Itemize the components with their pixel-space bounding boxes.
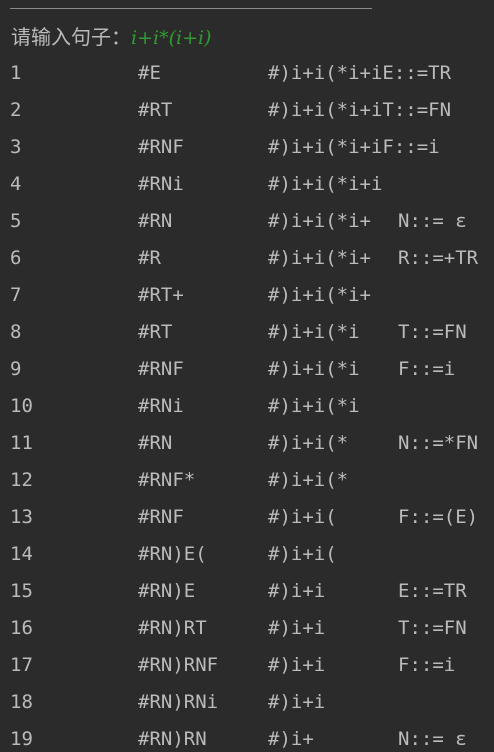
stack-content: #RN)RNi [138,691,219,713]
step-number: 9 [10,358,22,380]
trace-row: 6 #R #)i+i(*i+ R::=+TR [0,240,494,277]
remaining-input: #)i+i(*i+ [268,210,371,232]
stack-content: #RT [138,321,173,343]
remaining-input: #)i+i [268,580,326,602]
step-number: 11 [10,432,33,454]
remaining-input: #)i+i(*i+iF::=i [268,136,440,158]
stack-content: #RN)RNF [138,654,219,676]
trace-row: 1 #E #)i+i(*i+iE::=TR [0,55,494,92]
trace-row: 15 #RN)E #)i+i E::=TR [0,573,494,610]
trace-row: 14 #RN)E( #)i+i( [0,536,494,573]
trace-row: 2 #RT #)i+i(*i+iT::=FN [0,92,494,129]
step-number: 2 [10,99,22,121]
step-number: 1 [10,62,22,84]
stack-content: #RNF* [138,469,196,491]
stack-content: #RN)RN [138,728,207,750]
production-rule: F::=i [398,358,456,380]
step-number: 12 [10,469,33,491]
trace-row: 10 #RNi #)i+i(*i [0,388,494,425]
prompt-label: 请输入句子： [11,25,131,49]
remaining-input: #)i+i(* [268,432,349,454]
console-output[interactable]: 请输入句子：i+i*(i+i) 1 #E #)i+i(*i+iE::=TR 2 #RT #… [0,0,494,752]
trace-row: 11 #RN #)i+i(* N::=*FN [0,425,494,462]
stack-content: #RN)E( [138,543,207,565]
remaining-input: #)i+i( [268,543,337,565]
remaining-input: #)i+i(*i+iT::=FN [268,99,452,121]
step-number: 6 [10,247,22,269]
remaining-input: #)i+i [268,691,326,713]
production-rule: E::=TR [398,580,467,602]
stack-content: #E [138,62,161,84]
stack-content: #RN [138,432,173,454]
step-number: 15 [10,580,33,602]
stack-content: #RN)RT [138,617,207,639]
step-number: 16 [10,617,33,639]
trace-row: 12 #RNF* #)i+i(* [0,462,494,499]
remaining-input: #)i+i(* [268,469,349,491]
trace-row: 16 #RN)RT #)i+i T::=FN [0,610,494,647]
step-number: 14 [10,543,33,565]
step-number: 13 [10,506,33,528]
input-prompt: 请输入句子：i+i*(i+i) [11,22,211,52]
stack-content: #RNF [138,358,184,380]
production-rule: T::=FN [398,321,467,343]
remaining-input: #)i+i [268,654,326,676]
separator-line [10,8,372,9]
trace-row: 5 #RN #)i+i(*i+ N::= ε [0,203,494,240]
production-rule: T::=FN [398,617,467,639]
prompt-input-echo: i+i*(i+i) [131,27,212,49]
production-rule: N::= ε [398,728,467,750]
parse-trace-table: 1 #E #)i+i(*i+iE::=TR 2 #RT #)i+i(*i+iT::=FN 3… [0,55,494,752]
trace-row: 7 #RT+ #)i+i(*i+ [0,277,494,314]
remaining-input: #)i+i(*i+iE::=TR [268,62,452,84]
trace-row: 8 #RT #)i+i(*i T::=FN [0,314,494,351]
production-rule: N::=*FN [398,432,479,454]
stack-content: #RT [138,99,173,121]
trace-row: 17 #RN)RNF #)i+i F::=i [0,647,494,684]
stack-content: #RN)E [138,580,196,602]
stack-content: #R [138,247,161,269]
step-number: 7 [10,284,22,306]
trace-row: 13 #RNF #)i+i( F::=(E) [0,499,494,536]
production-rule: N::= ε [398,210,467,232]
remaining-input: #)i+i(*i+ [268,284,371,306]
step-number: 18 [10,691,33,713]
trace-row: 4 #RNi #)i+i(*i+i [0,166,494,203]
stack-content: #RNi [138,395,184,417]
stack-content: #RT+ [138,284,184,306]
remaining-input: #)i+i(*i [268,358,360,380]
remaining-input: #)i+i( [268,506,337,528]
trace-row: 9 #RNF #)i+i(*i F::=i [0,351,494,388]
remaining-input: #)i+i(*i [268,321,360,343]
remaining-input: #)i+i(*i+ [268,247,371,269]
trace-row: 19 #RN)RN #)i+ N::= ε [0,721,494,752]
stack-content: #RNi [138,173,184,195]
stack-content: #RN [138,210,173,232]
step-number: 19 [10,728,33,750]
step-number: 8 [10,321,22,343]
trace-row: 18 #RN)RNi #)i+i [0,684,494,721]
remaining-input: #)i+ [268,728,314,750]
stack-content: #RNF [138,136,184,158]
remaining-input: #)i+i(*i+i [268,173,383,195]
step-number: 17 [10,654,33,676]
remaining-input: #)i+i [268,617,326,639]
production-rule: F::=i [398,654,456,676]
remaining-input: #)i+i(*i [268,395,360,417]
production-rule: F::=(E) [398,506,479,528]
step-number: 3 [10,136,22,158]
step-number: 10 [10,395,33,417]
step-number: 5 [10,210,22,232]
trace-row: 3 #RNF #)i+i(*i+iF::=i [0,129,494,166]
stack-content: #RNF [138,506,184,528]
production-rule: R::=+TR [398,247,479,269]
step-number: 4 [10,173,22,195]
